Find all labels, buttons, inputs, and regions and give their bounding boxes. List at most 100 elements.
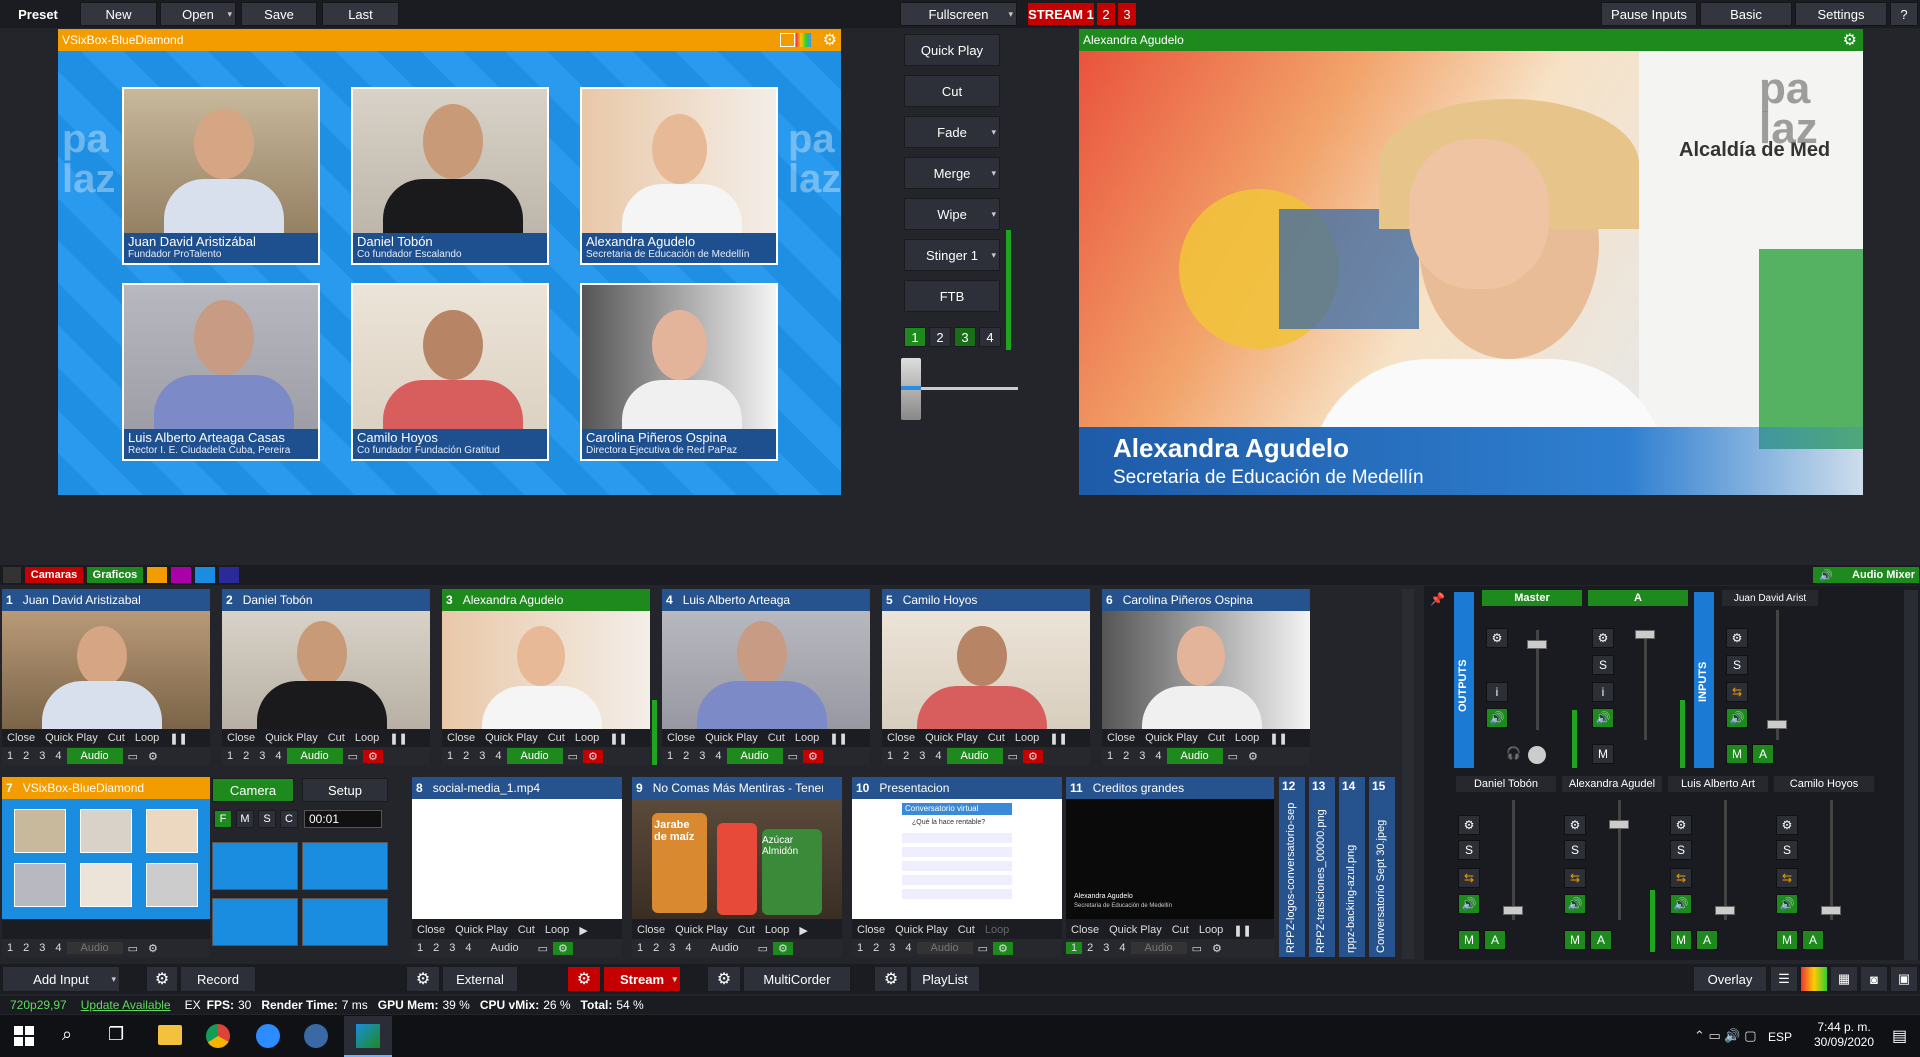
transition-2-button[interactable]: 2 — [929, 327, 951, 347]
app-icon[interactable] — [304, 1024, 328, 1048]
pause-icon[interactable]: ❚❚ — [384, 732, 412, 745]
quick-play-button[interactable]: Quick Play — [480, 732, 543, 744]
monitor-icon[interactable]: ▭ — [123, 750, 143, 763]
close-button[interactable]: Close — [2, 732, 40, 744]
pause-icon[interactable]: ❚❚ — [164, 732, 192, 745]
pause-icon[interactable]: ❚❚ — [604, 732, 632, 745]
grid-icon[interactable]: ▦ — [1830, 966, 1858, 992]
overlay-1-button[interactable]: 1 — [2, 750, 18, 762]
color-bars-icon[interactable] — [1800, 966, 1828, 992]
camera-button[interactable]: Camera — [212, 778, 294, 802]
close-button[interactable]: Close — [1066, 924, 1104, 936]
close-button[interactable]: Close — [632, 924, 670, 936]
gear-icon[interactable]: ⚙ — [803, 749, 823, 763]
multicorder-button[interactable]: MultiCorder — [743, 966, 851, 992]
audio-button[interactable]: Audio — [506, 748, 563, 764]
cut-button[interactable]: Cut — [904, 75, 1000, 107]
channel-fader[interactable] — [1609, 820, 1629, 829]
preset-thumb-2[interactable] — [302, 842, 388, 890]
overlay-4-button[interactable]: 4 — [270, 750, 286, 762]
gear-icon[interactable]: ⚙ — [143, 942, 163, 955]
overlay-1-button[interactable]: 1 — [1066, 942, 1083, 954]
mute-button[interactable]: M — [1592, 744, 1614, 764]
overlay-3-button[interactable]: 3 — [1098, 942, 1114, 954]
input-card-6[interactable]: 6 Carolina Piñeros Ospina Close Quick Play… — [1102, 589, 1310, 765]
overlay-3-button[interactable]: 3 — [884, 942, 900, 954]
cut-button[interactable]: Cut — [513, 924, 540, 936]
tray-icons[interactable]: ⌃ ▭ 🔊 ▢ — [1694, 1028, 1756, 1044]
quick-play-button[interactable]: Quick Play — [700, 732, 763, 744]
pause-inputs-button[interactable]: Pause Inputs — [1601, 2, 1697, 26]
overlay-1-button[interactable]: 1 — [442, 750, 458, 762]
cut-button[interactable]: Cut — [763, 732, 790, 744]
transition-3-button[interactable]: 3 — [954, 327, 976, 347]
overlay-1-button[interactable]: 1 — [412, 942, 428, 954]
gear-icon[interactable]: ⚙ — [993, 941, 1013, 955]
overlay-3-button[interactable]: 3 — [444, 942, 460, 954]
pause-icon[interactable]: ❚❚ — [824, 732, 852, 745]
stream-1-button[interactable]: STREAM 1 — [1027, 2, 1095, 26]
save-button[interactable]: Save — [241, 2, 317, 26]
gear-icon[interactable]: ⚙ — [1592, 628, 1614, 648]
input-card-3[interactable]: 3 Alexandra Agudelo Close Quick Play Cut Loo… — [442, 589, 650, 765]
overlay-3-button[interactable]: 3 — [1134, 750, 1150, 762]
gear-icon[interactable]: ⚙ — [1843, 30, 1857, 50]
channel-fader[interactable] — [1821, 906, 1841, 915]
language-indicator[interactable]: ESP — [1768, 1030, 1792, 1044]
play-icon[interactable]: ▶ — [794, 924, 812, 937]
speaker-icon[interactable]: 🔊 — [1592, 708, 1614, 728]
speaker-icon[interactable]: 🔊 — [1670, 894, 1692, 914]
overlay-2-button[interactable]: 2 — [458, 750, 474, 762]
solo-button[interactable]: S — [1592, 655, 1614, 675]
bus-a-button[interactable]: A — [1802, 930, 1824, 950]
duration-input[interactable]: 00:01 — [304, 810, 382, 828]
overlay-4-button[interactable]: 4 — [930, 750, 946, 762]
close-button[interactable]: Close — [852, 924, 890, 936]
list-icon[interactable]: ☰ — [1770, 966, 1798, 992]
overlay-3-button[interactable]: 3 — [34, 942, 50, 954]
file-explorer-icon[interactable] — [158, 1025, 182, 1045]
quick-play-button[interactable]: Quick Play — [40, 732, 103, 744]
vmix-taskbar-item[interactable] — [344, 1016, 392, 1057]
overlay-3-button[interactable]: 3 — [34, 750, 50, 762]
loop-button[interactable]: Loop — [350, 732, 384, 744]
mute-button[interactable]: M — [1726, 744, 1748, 764]
open-button[interactable]: Open — [160, 2, 236, 26]
cut-button[interactable]: Cut — [323, 732, 350, 744]
overlay-3-button[interactable]: 3 — [694, 750, 710, 762]
overlay-2-button[interactable]: 2 — [18, 942, 34, 954]
loop-button[interactable]: Loop — [570, 732, 604, 744]
audio-button[interactable]: Audio — [66, 748, 123, 764]
swap-icon[interactable]: ⇆ — [1776, 868, 1798, 888]
loop-button[interactable]: Loop — [1010, 732, 1044, 744]
add-input-button[interactable]: Add Input — [2, 966, 120, 992]
preview-panel[interactable]: VSixBox-BlueDiamond ⚙ pa laz pa laz Juan… — [58, 29, 841, 495]
swap-icon[interactable]: ⇆ — [1458, 868, 1480, 888]
stream-2-button[interactable]: 2 — [1096, 2, 1116, 26]
cut-button[interactable]: Cut — [1203, 732, 1230, 744]
bus-a-fader[interactable] — [1635, 630, 1655, 639]
chrome-icon[interactable] — [206, 1024, 230, 1048]
close-button[interactable]: Close — [662, 732, 700, 744]
inputs-scrollbar[interactable] — [1402, 589, 1414, 959]
overlay-3-button[interactable]: 3 — [254, 750, 270, 762]
input-card-10[interactable]: 10 Presentacion Conversatorio virtual ¿Qu… — [852, 777, 1062, 957]
preset-thumb-4[interactable] — [302, 898, 388, 946]
gear-icon[interactable]: ⚙ — [1486, 628, 1508, 648]
m-button[interactable]: M — [236, 810, 254, 828]
channel-fader[interactable] — [1715, 906, 1735, 915]
pause-icon[interactable]: ❚❚ — [1264, 732, 1292, 745]
swap-icon[interactable]: ⇆ — [1670, 868, 1692, 888]
audio-button[interactable]: Audio — [1130, 942, 1187, 954]
settings-button[interactable]: Settings — [1795, 2, 1887, 26]
pause-icon[interactable]: ❚❚ — [1228, 924, 1256, 937]
close-button[interactable]: Close — [882, 732, 920, 744]
fullscreen-button[interactable]: Fullscreen — [900, 2, 1017, 26]
task-view-icon[interactable]: ❐ — [108, 1024, 124, 1045]
gear-icon[interactable]: ⚙ — [583, 749, 603, 763]
monitor-icon[interactable]: ▭ — [1223, 750, 1243, 763]
audio-button[interactable]: Audio — [477, 942, 533, 954]
pin-icon[interactable]: 📌 — [1430, 592, 1445, 606]
input-card-5[interactable]: 5 Camilo Hoyos Close Quick Play Cut Loop ❚❚ 1… — [882, 589, 1090, 765]
gear-icon[interactable]: ⚙ — [553, 941, 573, 955]
